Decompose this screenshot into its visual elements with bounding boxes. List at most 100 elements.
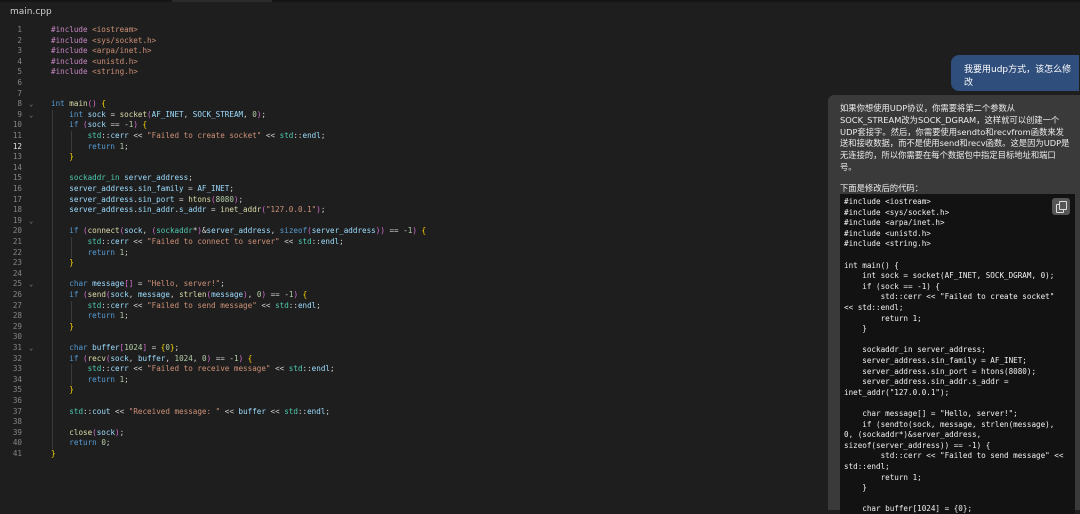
line-number: 14 xyxy=(12,162,22,172)
code-line[interactable]: 7 xyxy=(0,89,830,100)
reply-code-line: } xyxy=(844,324,867,334)
code-line-text: if (connect(sock, (sockaddr*)&server_add… xyxy=(69,226,427,236)
line-number: 13 xyxy=(12,152,22,162)
fold-chevron-icon[interactable]: ⌄ xyxy=(29,279,33,290)
code-line-text: int sock = socket(AF_INET, SOCK_STREAM, … xyxy=(69,109,266,119)
reply-code-line: 0, (sockaddr*)&server_address, xyxy=(844,430,982,440)
reply-code-line: #include <string.h> xyxy=(844,239,931,249)
code-line[interactable]: 23 } xyxy=(0,258,830,269)
code-line[interactable]: 32 if (recv(sock, buffer, 1024, 0) == -1… xyxy=(0,354,830,365)
code-line[interactable]: 9 ⌄ int sock = socket(AF_INET, SOCK_STREA… xyxy=(0,110,830,121)
line-number: 23 xyxy=(12,258,22,268)
code-line[interactable]: 6 xyxy=(0,78,830,89)
line-number: 11 xyxy=(12,131,22,140)
code-line[interactable]: 15 sockaddr_in server_address; xyxy=(0,173,830,184)
code-line[interactable]: 11 std::cerr << "Failed to create socket… xyxy=(0,131,830,142)
user-message-bubble: 我要用udp方式，该怎么修改 xyxy=(951,55,1079,91)
code-line[interactable]: 37 std::cout << "Received message: " << … xyxy=(0,407,830,418)
code-line[interactable]: 38 xyxy=(0,417,830,428)
fold-chevron-icon[interactable]: ⌄ xyxy=(29,99,33,110)
line-number: 36 xyxy=(12,396,22,405)
code-line-text: #include <sys/socket.h> xyxy=(51,35,157,45)
code-editor[interactable]: 1 #include <iostream> 2 #include <sys/socke… xyxy=(0,23,830,510)
code-line[interactable]: 12 return 1; xyxy=(0,142,830,153)
code-line[interactable]: 19 ⌄ xyxy=(0,216,830,227)
code-line[interactable]: 18 server_address.sin_addr.s_addr = inet… xyxy=(0,205,830,216)
code-line[interactable]: 14 xyxy=(0,163,830,174)
line-number: 20 xyxy=(12,226,22,236)
reply-code-line: sockaddr_in server_address; xyxy=(844,345,986,355)
copy-code-button[interactable] xyxy=(1052,198,1070,215)
code-line[interactable]: 35 } xyxy=(0,385,830,396)
code-line-text: std::cerr << "Failed to send message" <<… xyxy=(87,300,321,310)
code-line[interactable]: 10 if (sock == -1) { xyxy=(0,120,830,131)
code-line[interactable]: 3 #include <arpa/inet.h> xyxy=(0,46,830,57)
code-line[interactable]: 20 if (connect(sock, (sockaddr*)&server_… xyxy=(0,226,830,237)
code-line[interactable]: 40 return 0; xyxy=(0,438,830,449)
code-line[interactable]: 41} xyxy=(0,449,830,460)
code-line[interactable]: 17 server_address.sin_port = htons(8080)… xyxy=(0,195,830,206)
line-number: 7 xyxy=(17,88,22,98)
code-line[interactable]: 1 #include <iostream> xyxy=(0,25,830,36)
code-line[interactable]: 34 return 1; xyxy=(0,375,830,386)
line-number: 24 xyxy=(12,268,22,278)
reply-code-line: int sock = socket(AF_INET, SOCK_DGRAM, 0… xyxy=(844,271,1055,281)
code-line-text: server_address.sin_port = htons(8080); xyxy=(69,194,244,204)
code-line-text: return 1; xyxy=(87,311,129,321)
code-line-text: std::cerr << "Failed to receive message"… xyxy=(87,364,335,374)
code-line-text: if (recv(sock, buffer, 1024, 0) == -1) { xyxy=(69,353,253,363)
code-line[interactable]: 22 return 1; xyxy=(0,248,830,259)
code-line[interactable]: 31 ⌄ char buffer[1024] = {0}; xyxy=(0,343,830,354)
reply-code-line: } xyxy=(844,483,867,493)
code-line[interactable]: 5 #include <string.h> xyxy=(0,67,830,78)
reply-code-line: #include <sys/socket.h> xyxy=(844,207,950,217)
line-number: 10 xyxy=(12,120,22,130)
reply-code-line: server_address.sin_addr.s_addr = xyxy=(844,377,1009,387)
fold-chevron-icon[interactable]: ⌄ xyxy=(29,110,33,121)
code-line[interactable]: 4 #include <unistd.h> xyxy=(0,57,830,68)
code-line-text: #include <string.h> xyxy=(51,67,138,77)
line-number: 33 xyxy=(12,364,22,374)
code-line-text: } xyxy=(69,321,74,331)
code-line[interactable]: 16 server_address.sin_family = AF_INET; xyxy=(0,184,830,195)
reply-code-block[interactable]: #include <iostream> #include <sys/socket.… xyxy=(840,194,1075,514)
fold-chevron-icon[interactable]: ⌄ xyxy=(29,343,33,354)
code-line[interactable]: 24 xyxy=(0,269,830,280)
code-line-text: } xyxy=(51,449,56,458)
user-message-text: 我要用udp方式，该怎么修改 xyxy=(964,65,1072,88)
code-line[interactable]: 8 ⌄ int main() { xyxy=(0,99,830,110)
line-number: 40 xyxy=(12,438,22,448)
reply-code-line: std::cerr << "Failed to send message" << xyxy=(844,451,1064,461)
code-line[interactable]: 21 std::cerr << "Failed to connect to se… xyxy=(0,237,830,248)
code-line[interactable]: 36 xyxy=(0,396,830,407)
line-number: 1 xyxy=(17,25,22,34)
code-line-text: #include <iostream> xyxy=(51,25,138,34)
code-line[interactable]: 33 std::cerr << "Failed to receive messa… xyxy=(0,364,830,375)
code-line[interactable]: 27 std::cerr << "Failed to send message"… xyxy=(0,301,830,312)
tab-main-cpp[interactable]: main.cpp xyxy=(10,7,52,17)
reply-code-line: return 1; xyxy=(844,472,922,482)
code-line-text: server_address.sin_addr.s_addr = inet_ad… xyxy=(69,205,326,215)
code-line[interactable]: 29 } xyxy=(0,322,830,333)
code-line[interactable]: 13 } xyxy=(0,152,830,163)
code-line[interactable]: 30 xyxy=(0,332,830,343)
code-line[interactable]: 25 ⌄ char message[] = "Hello, server!"; xyxy=(0,279,830,290)
code-line-text: return 1; xyxy=(87,247,129,257)
code-line[interactable]: 28 return 1; xyxy=(0,311,830,322)
reply-code-line: char buffer[1024] = {0}; xyxy=(844,504,973,514)
reply-lead: 下面是修改后的代码： xyxy=(840,183,923,193)
line-number: 27 xyxy=(12,300,22,310)
fold-chevron-icon[interactable]: ⌄ xyxy=(29,216,33,227)
code-line[interactable]: 39 close(sock); xyxy=(0,428,830,439)
indent-guide xyxy=(71,237,72,259)
code-line-text: } xyxy=(69,258,74,268)
line-number: 6 xyxy=(17,78,22,87)
line-number: 29 xyxy=(12,321,22,331)
code-line-text: #include <unistd.h> xyxy=(51,56,138,66)
reply-code-line: #include <iostream> xyxy=(844,197,931,206)
code-line[interactable]: 26 if (send(sock, message, strlen(messag… xyxy=(0,290,830,301)
code-line[interactable]: 2 #include <sys/socket.h> xyxy=(0,36,830,47)
indent-guide xyxy=(52,109,53,449)
line-number: 30 xyxy=(12,332,22,342)
line-number: 34 xyxy=(12,374,22,384)
